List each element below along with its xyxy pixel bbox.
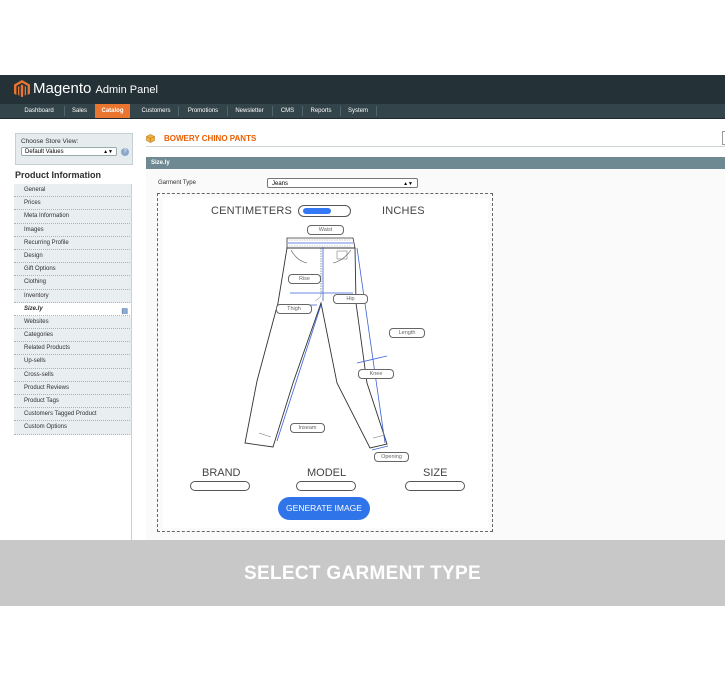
help-icon[interactable]: ? [121, 148, 129, 156]
size-field-label: SIZE [423, 467, 448, 479]
unit-toggle-knob [303, 208, 331, 214]
nav-dashboard[interactable]: Dashboard [14, 104, 64, 118]
product-cube-icon [146, 134, 155, 143]
tab-product-tags[interactable]: Product Tags [14, 395, 132, 409]
tab-related-products[interactable]: Related Products [14, 342, 132, 356]
thigh-label: Thigh [276, 304, 312, 314]
length-label: Length [389, 328, 425, 338]
brand-subtitle: Admin Panel [95, 84, 158, 96]
tab-customers-tagged-product[interactable]: Customers Tagged Product [14, 408, 132, 422]
nav-cms[interactable]: CMS [273, 104, 302, 118]
product-information-title: Product Information [15, 170, 101, 180]
brand-field-label: BRAND [202, 467, 241, 479]
tab-cross-sells[interactable]: Cross-sells [14, 368, 132, 382]
tab-up-sells[interactable]: Up-sells [14, 355, 132, 369]
store-select[interactable]: Default Values ▲▼ [21, 147, 117, 156]
opening-label: Opening [374, 452, 409, 462]
nav-system[interactable]: System [341, 104, 375, 118]
nav-customers[interactable]: Customers [135, 104, 177, 118]
nav-promotions[interactable]: Promotions [180, 104, 226, 118]
garment-type-label: Garment Type [158, 180, 196, 186]
brand-input[interactable] [190, 481, 250, 491]
tab-images[interactable]: Images [14, 223, 132, 237]
select-arrows-icon: ▲▼ [103, 149, 113, 155]
tab-gift-options[interactable]: Gift Options [14, 263, 132, 277]
caption-text: SELECT GARMENT TYPE [244, 563, 481, 584]
rise-label: Rise [288, 274, 321, 284]
size-input[interactable] [405, 481, 465, 491]
inseam-label: Inseam [290, 423, 325, 433]
nav-sales[interactable]: Sales [64, 104, 95, 118]
knee-label: Knee [358, 369, 394, 379]
tab-sizely-label: Size.ly [24, 305, 43, 312]
model-input[interactable] [296, 481, 356, 491]
unit-centimeters-label[interactable]: CENTIMETERS [211, 205, 292, 217]
tab-general[interactable]: General [14, 184, 132, 198]
section-header: Size.ly [146, 157, 725, 169]
unit-toggle[interactable] [298, 205, 351, 217]
tab-meta-information[interactable]: Meta Information [14, 210, 132, 224]
tab-sizely[interactable]: Size.ly ▤ [14, 302, 132, 316]
tab-product-reviews[interactable]: Product Reviews [14, 381, 132, 395]
brand-name: Magento [33, 80, 92, 97]
waist-label: Waist [307, 225, 344, 235]
title-divider [146, 146, 725, 147]
hip-label: Hip [333, 294, 368, 304]
magento-logo-icon [14, 80, 30, 98]
tab-recurring-profile[interactable]: Recurring Profile [14, 236, 132, 250]
store-select-value: Default Values [25, 149, 64, 155]
tab-websites[interactable]: Websites [14, 315, 132, 330]
tab-categories[interactable]: Categories [14, 329, 132, 343]
store-label: Choose Store View: [21, 138, 79, 145]
tab-prices[interactable]: Prices [14, 197, 132, 211]
tab-inventory[interactable]: Inventory [14, 289, 132, 303]
unit-inches-label[interactable]: INCHES [382, 205, 425, 217]
sidebar-divider [131, 184, 132, 540]
main-nav: Dashboard Sales Catalog Customers Promot… [0, 104, 725, 119]
nav-catalog[interactable]: Catalog [95, 104, 130, 118]
garment-type-value: Jeans [272, 181, 289, 187]
app-brand[interactable]: Magento Admin Panel [33, 80, 158, 99]
select-arrows-icon: ▲▼ [403, 181, 413, 187]
tab-custom-options[interactable]: Custom Options [14, 421, 132, 435]
garment-type-select[interactable]: Jeans ▲▼ [267, 178, 418, 188]
nav-reports[interactable]: Reports [303, 104, 339, 118]
generate-image-button[interactable]: GENERATE IMAGE [278, 497, 370, 520]
model-field-label: MODEL [307, 467, 347, 479]
nav-newsletter[interactable]: Newsletter [228, 104, 271, 118]
tab-design[interactable]: Design [14, 249, 132, 264]
product-tabs: General Prices Meta Information Images R… [14, 184, 132, 435]
tab-clothing[interactable]: Clothing [14, 276, 132, 290]
product-title: BOWERY CHINO PANTS [164, 134, 257, 143]
